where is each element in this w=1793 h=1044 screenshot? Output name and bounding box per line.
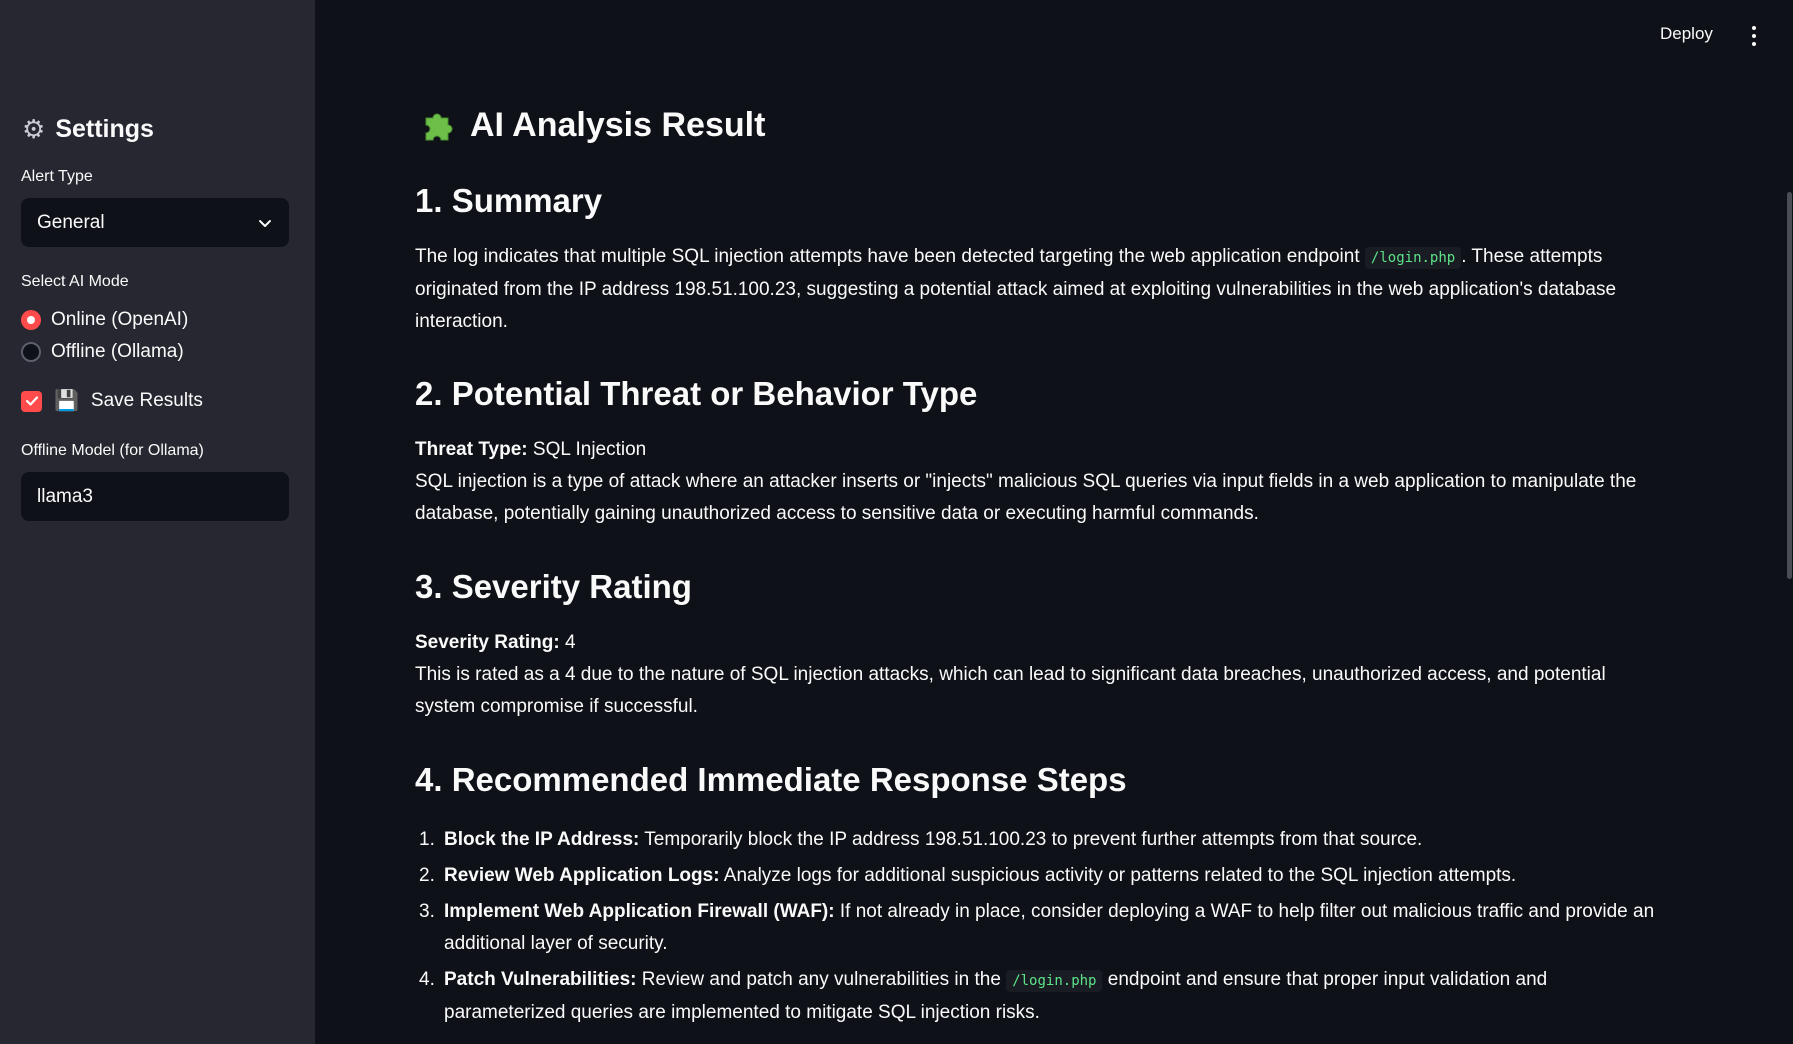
sidebar: ⚙ Settings Alert Type General Select AI …: [0, 0, 315, 1044]
radio-button-selected[interactable]: [21, 310, 41, 330]
offline-model-value: llama3: [37, 485, 93, 507]
severity-rating-value: 4: [564, 632, 576, 653]
threat-type-value: SQL Injection: [532, 439, 647, 460]
alert-type-select[interactable]: General: [21, 198, 289, 247]
offline-model-label: Offline Model (for Ollama): [21, 442, 204, 459]
radio-button-unselected[interactable]: [21, 342, 41, 362]
severity-description: This is rated as a 4 due to the nature o…: [415, 664, 1606, 717]
checkbox-checked[interactable]: [21, 390, 42, 412]
radio-online-openai[interactable]: Online (OpenAI): [21, 307, 188, 333]
gear-icon: ⚙: [22, 114, 46, 144]
kebab-menu-icon[interactable]: [1749, 26, 1759, 46]
sidebar-title: ⚙ Settings: [22, 111, 154, 147]
severity-heading: 3. Severity Rating: [415, 568, 692, 605]
threat-description: SQL injection is a type of attack where …: [415, 471, 1637, 524]
offline-model-input[interactable]: llama3: [21, 472, 289, 521]
threat-type-label: Threat Type:: [415, 439, 528, 460]
threat-text: Threat Type: SQL Injection SQL injection…: [415, 434, 1665, 530]
response-heading: 4. Recommended Immediate Response Steps: [415, 761, 1127, 798]
list-item: 2. Review Web Application Logs: Analyze …: [419, 865, 1517, 886]
chevron-down-icon: [259, 219, 271, 227]
list-item: 3. Implement Web Application Firewall (W…: [419, 901, 1655, 954]
inline-code: /login.php: [1006, 970, 1103, 992]
alert-type-value: General: [37, 211, 105, 233]
main-content: AI Analysis Result 1. Summary The log in…: [415, 0, 1670, 1044]
sidebar-title-text: Settings: [55, 114, 154, 143]
save-results-label: Save Results: [90, 390, 203, 411]
list-item: 4. Patch Vulnerabilities: Review and pat…: [419, 969, 1548, 1023]
inline-code: /login.php: [1364, 247, 1462, 269]
response-steps-list: 1. Block the IP Address: Temporarily blo…: [415, 824, 1670, 1033]
radio-offline-ollama[interactable]: Offline (Ollama): [21, 339, 184, 365]
save-results-checkbox[interactable]: 💾 Save Results: [21, 388, 203, 414]
page-title-text: AI Analysis Result: [470, 105, 766, 144]
scrollbar-thumb[interactable]: [1787, 192, 1792, 579]
severity-rating-label: Severity Rating:: [415, 632, 560, 653]
alert-type-label: Alert Type: [21, 168, 93, 185]
list-item: 1. Block the IP Address: Temporarily blo…: [419, 829, 1423, 850]
ai-mode-label: Select AI Mode: [21, 273, 129, 290]
threat-heading: 2. Potential Threat or Behavior Type: [415, 375, 978, 412]
radio-online-label: Online (OpenAI): [51, 309, 189, 330]
floppy-disk-icon: 💾: [54, 390, 79, 412]
severity-text: Severity Rating: 4 This is rated as a 4 …: [415, 627, 1665, 723]
checkmark-icon: [25, 396, 38, 406]
summary-text: The log indicates that multiple SQL inje…: [415, 246, 1617, 332]
puzzle-icon: [425, 113, 453, 141]
summary-heading: 1. Summary: [415, 182, 603, 219]
page-title: AI Analysis Result: [420, 102, 765, 148]
radio-offline-label: Offline (Ollama): [51, 341, 184, 362]
